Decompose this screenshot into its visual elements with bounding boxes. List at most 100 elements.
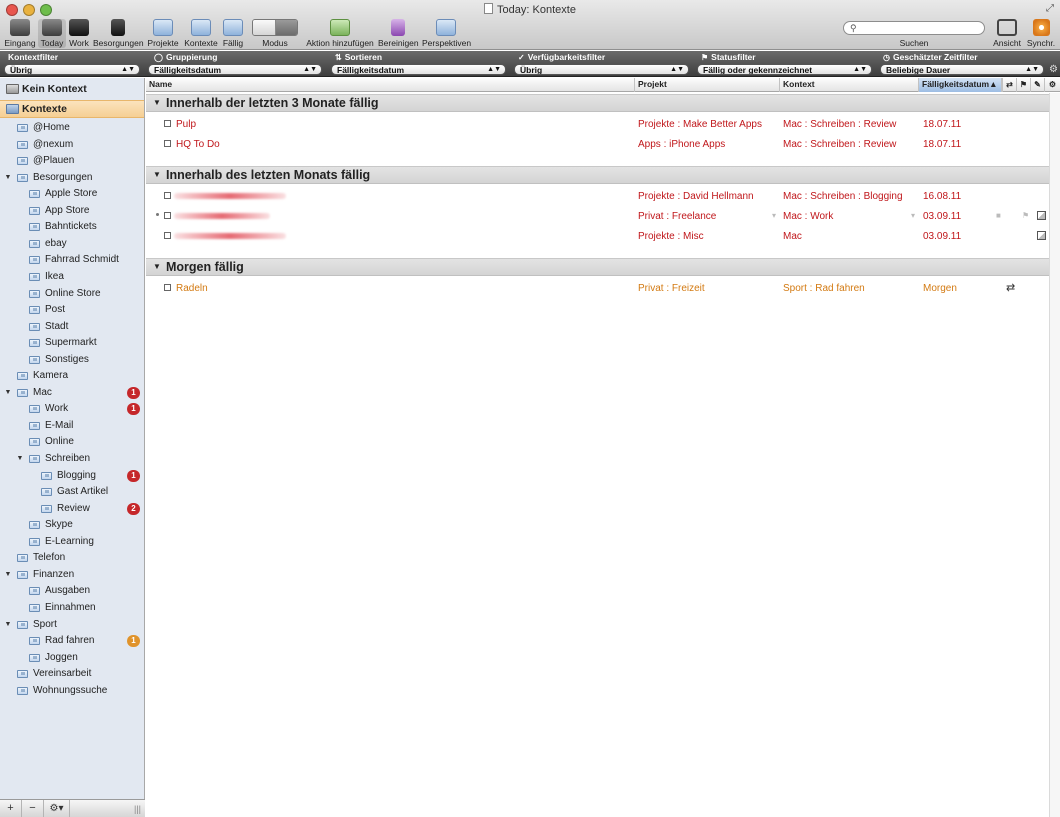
- task-row[interactable]: Radeln Privat : Freizeit Sport : Rad fahre…: [146, 278, 1049, 298]
- sidebar-item-ikea[interactable]: Ikea: [0, 269, 144, 285]
- task-context[interactable]: Mac : Schreiben : Blogging: [783, 191, 903, 202]
- toolbar-ansicht-button[interactable]: Ansicht: [990, 19, 1024, 48]
- disclosure-triangle-icon[interactable]: ▼: [153, 98, 161, 107]
- disclosure-triangle-icon[interactable]: ▼: [15, 451, 25, 467]
- task-context[interactable]: Mac : Schreiben : Review: [783, 119, 896, 130]
- sidebar-item-review[interactable]: Review 2: [0, 501, 144, 517]
- group-header[interactable]: ▼ Innerhalb des letzten Monats fällig: [146, 165, 1049, 184]
- search-input[interactable]: [860, 22, 971, 34]
- sidebar-item-supermarkt[interactable]: Supermarkt: [0, 335, 144, 351]
- task-name[interactable]: HQ To Do: [176, 139, 220, 150]
- task-row[interactable]: HQ To Do Apps : iPhone Apps Mac : Schreibe…: [146, 134, 1049, 154]
- task-due-date[interactable]: 03.09.11: [923, 231, 961, 242]
- sidebar-item-e-mail[interactable]: E-Mail: [0, 418, 144, 434]
- sidebar-item-blogging[interactable]: Blogging 1: [0, 468, 144, 484]
- task-context[interactable]: Mac : Work: [783, 211, 833, 222]
- sidebar-item-mac[interactable]: ▼ Mac 1: [0, 385, 144, 401]
- toolbar-bereinigen-button[interactable]: Bereinigen: [378, 19, 419, 48]
- toolbar-perspektiven-button[interactable]: Perspektiven: [422, 19, 471, 48]
- task-due-date[interactable]: 03.09.11: [923, 211, 961, 222]
- column-repeat-icon[interactable]: ⇄: [1002, 78, 1016, 92]
- note-icon[interactable]: [1037, 210, 1046, 220]
- toolbar-work-button[interactable]: Work: [67, 19, 91, 48]
- column-note-icon[interactable]: ✎: [1030, 78, 1044, 92]
- toolbar-besorgungen-button[interactable]: Besorgungen: [93, 19, 144, 48]
- sidebar-item-wohnungssuche[interactable]: Wohnungssuche: [0, 683, 144, 699]
- sidebar-item-sport[interactable]: ▼ Sport: [0, 617, 144, 633]
- resize-grip-icon[interactable]: |||: [134, 804, 141, 814]
- task-project[interactable]: Projekte : Make Better Apps: [638, 119, 762, 130]
- task-project[interactable]: Projekte : Misc: [638, 231, 704, 242]
- sidebar-item-plauen[interactable]: @Plauen: [0, 153, 144, 169]
- column-due-date[interactable]: Fälligkeitsdatum▲: [919, 78, 1002, 92]
- sidebar-item-online-store[interactable]: Online Store: [0, 286, 144, 302]
- column-settings-icon[interactable]: ⚙: [1044, 78, 1060, 92]
- sidebar-item-fahrrad-schmidt[interactable]: Fahrrad Schmidt: [0, 252, 144, 268]
- task-project[interactable]: Apps : iPhone Apps: [638, 139, 725, 150]
- mode-segment-icon[interactable]: [252, 19, 298, 36]
- sidebar-item-e-learning[interactable]: E-Learning: [0, 534, 144, 550]
- task-due-date[interactable]: 16.08.11: [923, 191, 961, 202]
- task-checkbox[interactable]: [164, 211, 171, 219]
- sidebar-item-apple-store[interactable]: Apple Store: [0, 186, 144, 202]
- sidebar-item-einnahmen[interactable]: Einnahmen: [0, 600, 144, 616]
- sidebar-item-home[interactable]: @Home: [0, 120, 144, 136]
- sidebar-item-post[interactable]: Post: [0, 302, 144, 318]
- sidebar-item-gast-artikel[interactable]: Gast Artikel: [0, 484, 144, 500]
- task-project[interactable]: Projekte : David Hellmann: [638, 191, 754, 202]
- sidebar-item-telefon[interactable]: Telefon: [0, 550, 144, 566]
- task-checkbox[interactable]: [164, 283, 171, 291]
- sidebar-item-skype[interactable]: Skype: [0, 517, 144, 533]
- note-icon[interactable]: [1037, 231, 1046, 241]
- task-row[interactable]: Privat : Freelance Mac : Work 03.09.11 ▾ ▾ ■ ⚑: [146, 206, 1049, 226]
- row-handle-icon[interactable]: [156, 212, 159, 216]
- sidebar-item-nexum[interactable]: @nexum: [0, 137, 144, 153]
- redacted-task-name[interactable]: [174, 192, 286, 199]
- column-context[interactable]: Kontext: [780, 78, 919, 92]
- disclosure-triangle-icon[interactable]: ▼: [153, 262, 161, 271]
- fullscreen-icon[interactable]: ⤢: [1046, 3, 1054, 14]
- sidebar-item-online[interactable]: Online: [0, 434, 144, 450]
- sidebar-item-kein-kontext[interactable]: Kein Kontext: [0, 81, 144, 97]
- sidebar-item-ebay[interactable]: ebay: [0, 236, 144, 252]
- sidebar-item-ausgaben[interactable]: Ausgaben: [0, 583, 144, 599]
- toolbar-eingang-button[interactable]: Eingang: [4, 19, 36, 48]
- disclosure-triangle-icon[interactable]: ▼: [153, 170, 161, 179]
- toolbar-kontexte-button[interactable]: Kontexte: [183, 19, 219, 48]
- gruppierung-select[interactable]: Fälligkeitsdatum ▲▼: [148, 64, 322, 75]
- task-due-date[interactable]: 18.07.11: [923, 139, 961, 150]
- task-checkbox[interactable]: [164, 232, 171, 240]
- context-popup-icon[interactable]: ▾: [911, 211, 915, 220]
- task-checkbox[interactable]: [164, 120, 171, 127]
- kontextfilter-select[interactable]: Übrig ▲▼: [4, 64, 140, 75]
- toolbar-faellig-button[interactable]: Fällig: [221, 19, 245, 48]
- task-row[interactable]: Projekte : Misc Mac 03.09.11: [146, 226, 1049, 246]
- sidebar-item-app-store[interactable]: App Store: [0, 203, 144, 219]
- sidebar-item-joggen[interactable]: Joggen: [0, 650, 144, 666]
- remove-context-button[interactable]: −: [22, 799, 44, 817]
- sidebar-item-kontexte[interactable]: Kontexte: [0, 100, 144, 118]
- project-popup-icon[interactable]: ▾: [772, 211, 776, 220]
- sidebar-item-kamera[interactable]: Kamera: [0, 368, 144, 384]
- redacted-task-name[interactable]: [174, 233, 286, 240]
- sidebar-item-besorgungen[interactable]: ▼ Besorgungen: [0, 170, 144, 186]
- toolbar-sync-button[interactable]: Synchr.: [1025, 19, 1057, 48]
- column-project[interactable]: Projekt: [635, 78, 780, 92]
- group-header[interactable]: ▼ Morgen fällig: [146, 257, 1049, 276]
- sidebar-item-rad-fahren[interactable]: Rad fahren 1: [0, 633, 144, 649]
- statusfilter-select[interactable]: Fällig oder gekennzeichnet ▲▼: [697, 64, 872, 75]
- sidebar-item-bahntickets[interactable]: Bahntickets: [0, 219, 144, 235]
- task-name[interactable]: Pulp: [176, 119, 196, 130]
- group-header[interactable]: ▼ Innerhalb der letzten 3 Monate fällig: [146, 94, 1049, 112]
- task-checkbox[interactable]: [164, 191, 171, 199]
- task-row[interactable]: Pulp Projekte : Make Better Apps Mac : Sch…: [146, 114, 1049, 134]
- task-checkbox[interactable]: [164, 140, 171, 148]
- redacted-task-name[interactable]: [174, 212, 270, 219]
- zeitfilter-select[interactable]: Beliebige Dauer ▲▼: [880, 64, 1044, 75]
- filter-settings-icon[interactable]: ⚙: [1049, 64, 1058, 75]
- flag-icon[interactable]: ⚑: [1022, 211, 1029, 220]
- disclosure-triangle-icon[interactable]: ▼: [3, 385, 13, 401]
- column-flag-icon[interactable]: ⚑: [1016, 78, 1030, 92]
- task-project[interactable]: Privat : Freelance: [638, 211, 716, 222]
- column-name[interactable]: Name: [146, 78, 635, 92]
